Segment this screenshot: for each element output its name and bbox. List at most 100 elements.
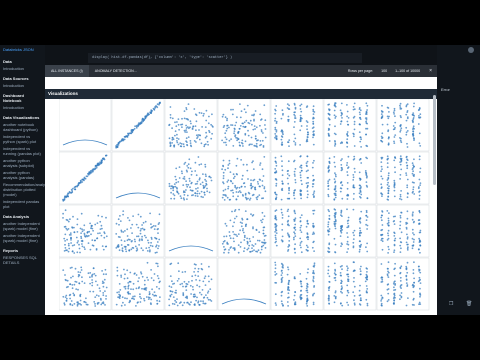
scatter-point <box>95 166 98 169</box>
scatter-point <box>287 288 289 290</box>
sidebar-item[interactable]: independent pandas plot <box>0 198 45 210</box>
scatter-point <box>102 292 105 294</box>
scatter-point <box>186 194 189 197</box>
scatter-point <box>168 185 171 188</box>
scatter-point <box>208 129 210 132</box>
scatter-point <box>149 244 152 247</box>
scatter-point <box>175 167 178 170</box>
scatter-point <box>87 272 90 275</box>
scatter-point <box>299 194 302 196</box>
modal-scrollbar[interactable] <box>433 95 436 185</box>
trash-icon[interactable]: 🗑 <box>466 301 472 307</box>
code-line[interactable]: display( hist.df.pandas(df), {'column': … <box>88 53 362 63</box>
scatter-point <box>399 163 402 166</box>
scatter-point <box>400 190 402 192</box>
scatter-point <box>406 210 409 213</box>
tab-all-instances[interactable]: ALL INSTANCES (i) <box>45 65 89 77</box>
sidebar-item[interactable]: another python analysis (pandas) <box>0 169 45 181</box>
scatter-point <box>294 137 297 140</box>
sidebar-item[interactable]: Data <box>0 58 45 65</box>
scatter-point <box>352 238 355 241</box>
scatter-point <box>299 166 301 168</box>
scatter-point <box>346 198 349 200</box>
scatter-point <box>253 249 255 252</box>
sidebar-item[interactable]: another python analysis (subplot) <box>0 157 45 169</box>
sidebar-item[interactable]: another independent (spark) model (fine) <box>0 220 45 232</box>
scatter-point <box>92 229 94 232</box>
scatter-point <box>399 197 401 200</box>
scatter-point <box>119 295 121 298</box>
scatter-point <box>221 115 224 118</box>
scatter-point <box>263 239 266 241</box>
scatter-point <box>339 182 342 184</box>
scatter-point <box>252 168 255 170</box>
scatter-point <box>405 278 408 281</box>
scatter-point <box>274 108 276 111</box>
scatter-point <box>328 242 331 245</box>
scatter-point <box>386 123 389 126</box>
copy-icon[interactable]: ❐ <box>449 301 455 307</box>
scatter-point <box>142 120 145 123</box>
pairplot-cell <box>111 99 165 152</box>
tab-anomaly[interactable]: ANOMALY DETECTION... <box>89 69 143 73</box>
scatter-point <box>381 211 384 213</box>
scatter-point <box>105 235 108 238</box>
scatter-point <box>405 304 408 307</box>
scatter-point <box>347 267 349 270</box>
scatter-point <box>399 178 401 180</box>
sidebar-item[interactable]: independent vs python (spark) plot <box>0 133 45 145</box>
scatter-point <box>333 109 336 112</box>
scatter-point <box>405 265 408 268</box>
sidebar-item[interactable]: independent vs running (pandas plot) <box>0 145 45 157</box>
scatter-point <box>346 193 349 196</box>
scatter-point <box>381 228 384 231</box>
scatter-point <box>233 132 236 135</box>
scatter-point <box>288 174 291 177</box>
sidebar-item[interactable]: Recommendation/analytics distribution pl… <box>0 181 51 198</box>
sidebar-item[interactable]: Dashboard Notebook <box>0 92 45 104</box>
scatter-point <box>366 291 368 294</box>
scatter-point <box>222 113 225 116</box>
scatter-point <box>294 143 297 146</box>
scatter-point <box>419 271 422 274</box>
sidebar-item[interactable]: Data Visualizations <box>0 114 45 121</box>
scatter-point <box>189 144 192 147</box>
scatter-point <box>182 143 185 146</box>
scatter-point <box>287 182 290 185</box>
scatter-point <box>305 162 308 164</box>
scatter-point <box>418 132 421 135</box>
scatter-point <box>275 218 278 221</box>
sidebar-item[interactable]: another notebook dashboard (python) <box>0 121 45 133</box>
scatter-point <box>281 174 284 177</box>
scatter-point <box>153 228 156 231</box>
sidebar-item[interactable]: Introduction <box>0 104 45 111</box>
rows-select[interactable]: 100 <box>377 69 391 73</box>
scatter-point <box>258 231 261 234</box>
scatter-point <box>364 276 367 279</box>
scatter-point <box>311 166 314 169</box>
close-icon[interactable]: × <box>424 68 437 74</box>
scatter-point <box>210 278 213 281</box>
sidebar-item[interactable]: Reports <box>0 247 45 254</box>
brand-label[interactable]: Databricks JSON <box>0 45 45 55</box>
user-avatar-icon[interactable] <box>468 47 474 53</box>
scatter-point <box>123 286 126 288</box>
scatter-point <box>281 235 284 238</box>
scatter-point <box>234 217 236 220</box>
sidebar-item[interactable]: another independent (spark) model (fine) <box>0 232 45 244</box>
sidebar-item[interactable]: Introduction <box>0 82 45 89</box>
sidebar-item[interactable]: Introduction <box>0 65 45 72</box>
scatter-point <box>339 190 342 193</box>
scatter-point <box>244 225 247 228</box>
scatter-point <box>262 146 265 148</box>
sidebar-item[interactable]: Data Analysis <box>0 213 45 220</box>
sidebar-item[interactable]: Data Sources <box>0 75 45 82</box>
sidebar-item[interactable]: RESPONSES SQL DETAILS <box>0 254 45 266</box>
scatter-point <box>387 261 390 264</box>
scatter-point <box>191 194 193 197</box>
scatter-point <box>380 165 383 168</box>
scatter-point <box>250 187 253 190</box>
scatter-point <box>419 145 422 147</box>
scatter-point <box>205 119 208 122</box>
scatter-point <box>282 183 284 185</box>
